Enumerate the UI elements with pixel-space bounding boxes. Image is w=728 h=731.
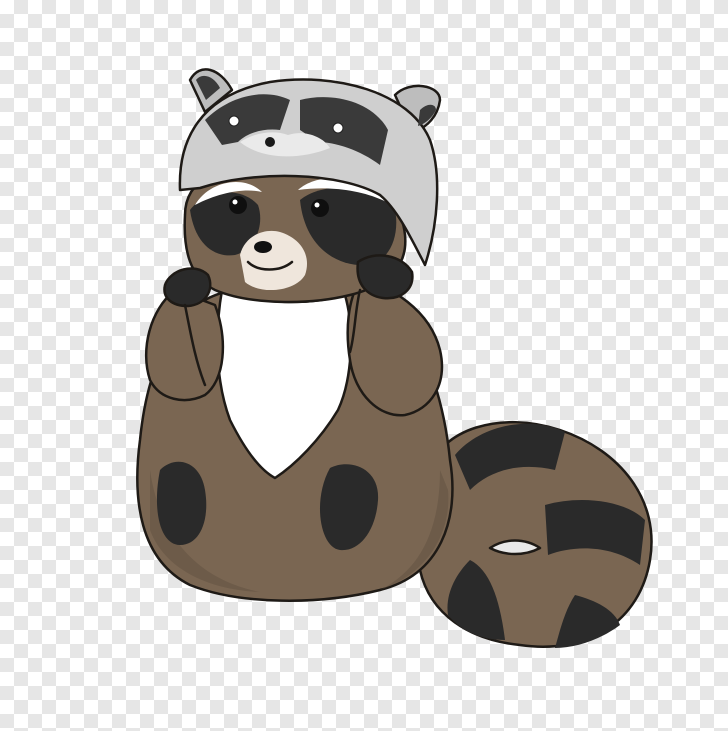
image-canvas: .ol { stroke: #1e1a16; stroke-width: 2.5…	[0, 0, 728, 731]
tail	[416, 421, 653, 648]
raccoon-illustration: .ol { stroke: #1e1a16; stroke-width: 2.5…	[136, 68, 653, 648]
